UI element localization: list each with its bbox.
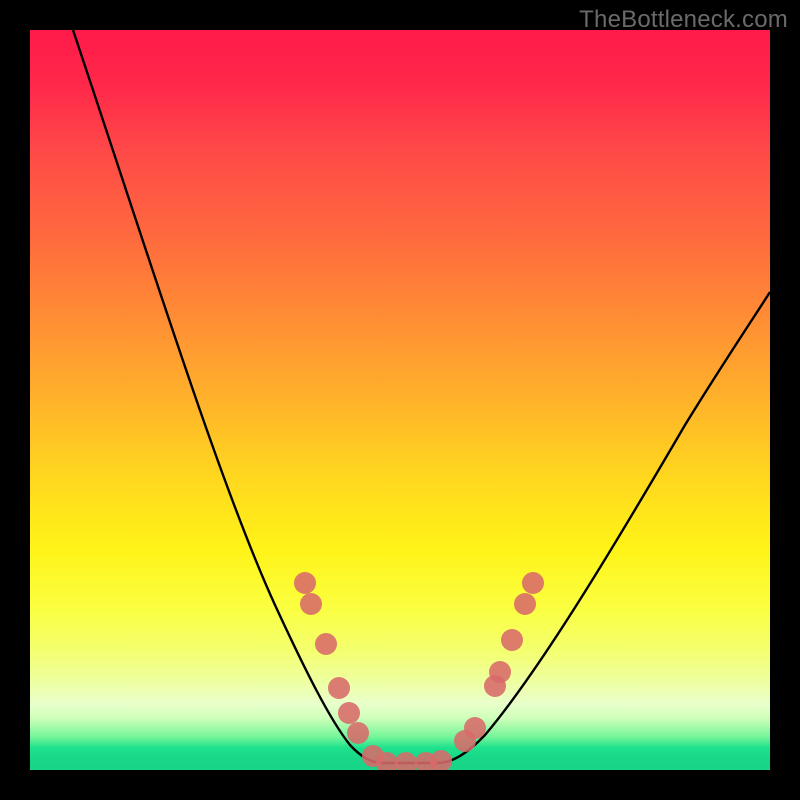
- curve-left: [73, 30, 382, 763]
- curve-marker-dot: [395, 752, 417, 770]
- curve-marker-dot: [489, 661, 511, 683]
- curve-marker-dot: [501, 629, 523, 651]
- curve-marker-dot: [315, 633, 337, 655]
- curve-marker-dot: [338, 702, 360, 724]
- plot-frame: [30, 30, 770, 770]
- curve-group: [73, 30, 770, 763]
- bottleneck-curve-svg: [30, 30, 770, 770]
- curve-marker-dot: [294, 572, 316, 594]
- curve-marker-dot: [347, 722, 369, 744]
- curve-marker-dot: [464, 717, 486, 739]
- curve-markers-group: [294, 572, 544, 770]
- curve-marker-dot: [522, 572, 544, 594]
- watermark-text: TheBottleneck.com: [579, 6, 788, 34]
- curve-marker-dot: [328, 677, 350, 699]
- curve-marker-dot: [300, 593, 322, 615]
- curve-marker-dot: [430, 750, 452, 770]
- curve-marker-dot: [514, 593, 536, 615]
